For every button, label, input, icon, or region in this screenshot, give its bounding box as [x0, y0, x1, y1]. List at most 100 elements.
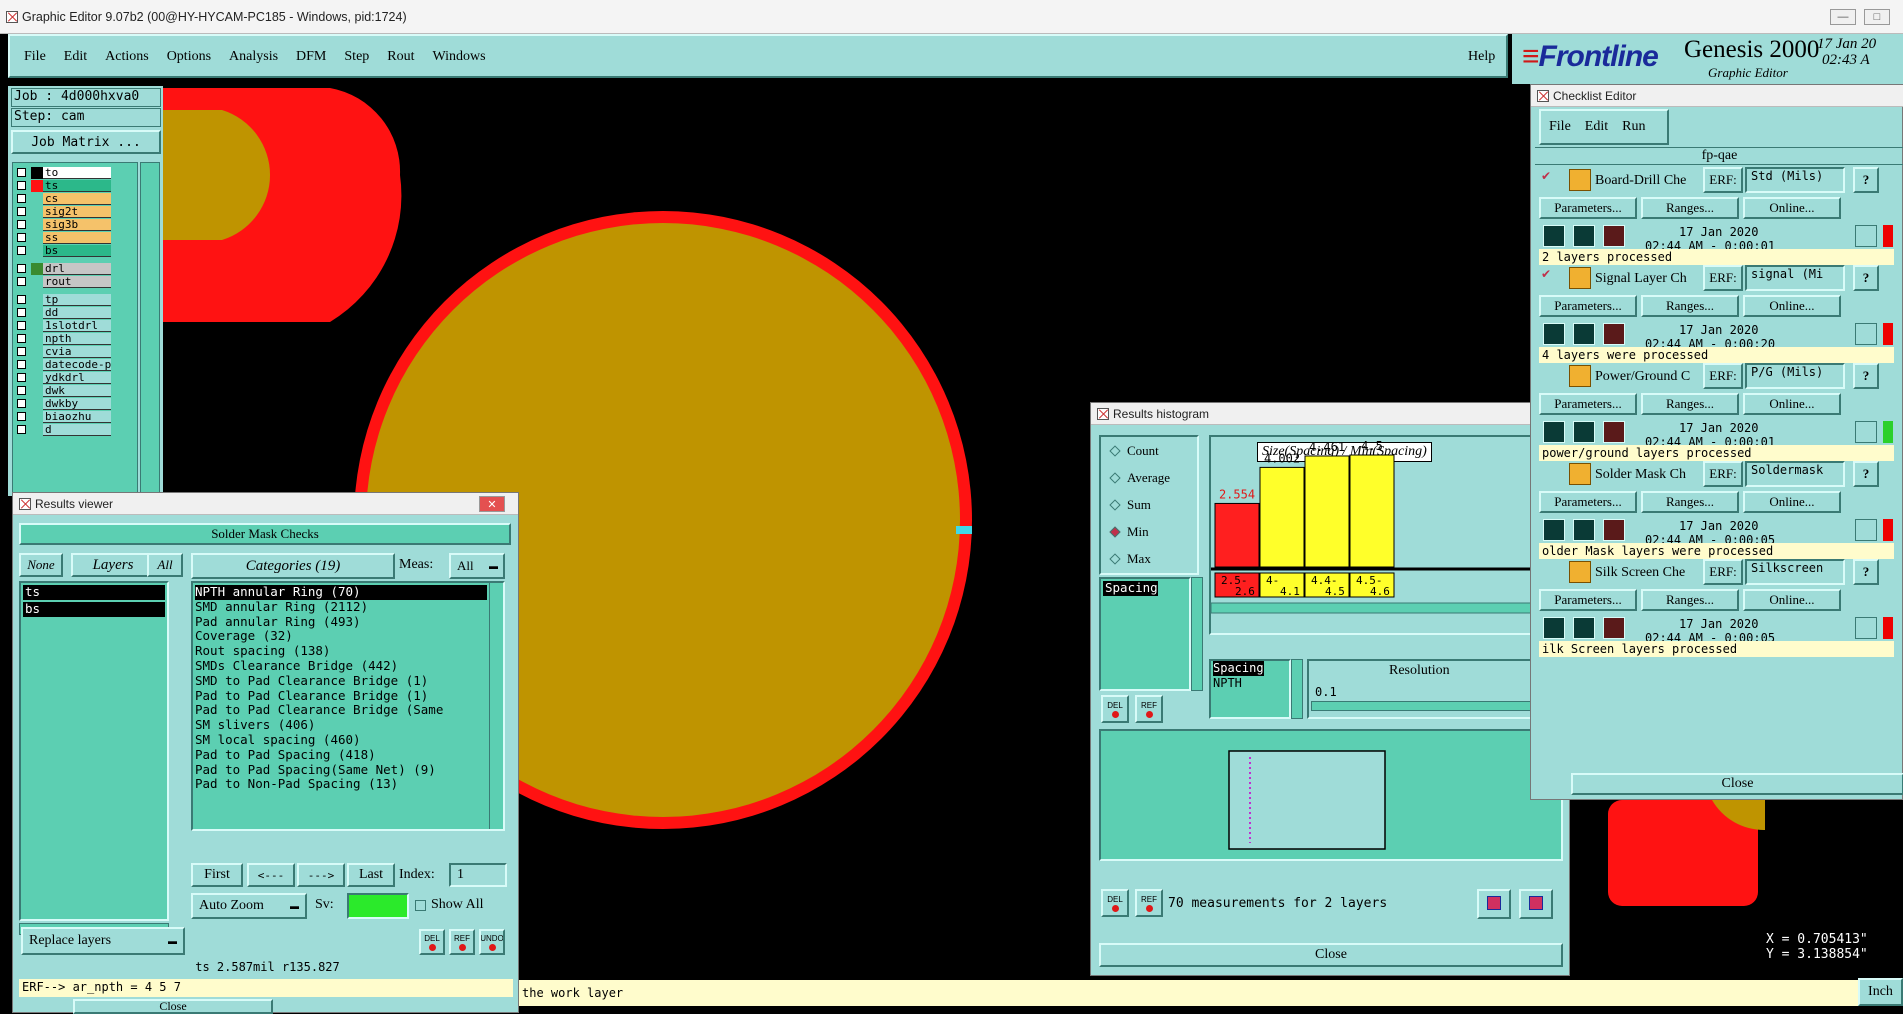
del-button[interactable]: DEL [1101, 889, 1129, 917]
layer-row-dwkby[interactable]: dwkby [17, 398, 137, 410]
layer-checkbox[interactable] [17, 321, 26, 330]
categories-button[interactable]: Categories (19) [191, 553, 395, 579]
list-item[interactable]: Pad to Pad Spacing (418) [195, 747, 487, 763]
magnify-icon[interactable] [1855, 323, 1877, 345]
list-item[interactable]: Pad to Non-Pad Spacing (13) [195, 777, 487, 792]
layer-list-scroll[interactable] [140, 162, 160, 496]
layer-checkbox[interactable] [17, 194, 26, 203]
run-icon[interactable] [1543, 225, 1565, 247]
layer-row-cvia[interactable]: cvia [17, 346, 137, 358]
list-item[interactable]: SMD annular Ring (2112) [195, 599, 487, 615]
run-icon[interactable] [1543, 617, 1565, 639]
ranges-button[interactable]: Ranges... [1641, 491, 1739, 513]
mode-sum[interactable]: Sum [1109, 497, 1151, 513]
list-item[interactable]: Spacing [1103, 580, 1158, 596]
help-button[interactable]: ? [1853, 167, 1879, 193]
layer-row-dd[interactable]: dd [17, 307, 137, 319]
online-button[interactable]: Online... [1743, 295, 1841, 317]
measure-vscroll[interactable] [1191, 577, 1203, 691]
action-name[interactable]: Signal Layer Ch [1595, 271, 1701, 287]
action-name[interactable]: Solder Mask Ch [1595, 467, 1701, 483]
meas-select[interactable]: All ▬ [449, 553, 505, 579]
checklist-menu-file[interactable]: File [1549, 119, 1571, 135]
layer-checkbox[interactable] [17, 373, 26, 382]
close-x-button[interactable]: ✕ [479, 496, 505, 512]
units-button[interactable]: Inch [1858, 978, 1903, 1006]
auto-zoom-select[interactable]: Auto Zoom ▬ [191, 893, 307, 919]
layer-checkbox[interactable] [17, 295, 26, 304]
ref-button[interactable]: REF [449, 929, 475, 955]
histogram-bar[interactable] [1349, 454, 1395, 568]
ranges-button[interactable]: Ranges... [1641, 197, 1739, 219]
magnify-icon[interactable] [1855, 225, 1877, 247]
list-item[interactable]: SMD to Pad Clearance Bridge (1) [195, 673, 487, 689]
tab-all[interactable]: All [147, 553, 183, 577]
run-icon[interactable] [1573, 323, 1595, 345]
chart-hscroll[interactable] [1211, 602, 1556, 614]
histogram-close-button[interactable]: Close [1099, 943, 1563, 967]
ref-button[interactable]: REF [1135, 889, 1163, 917]
layer-row-sig3b[interactable]: sig3b [17, 219, 137, 231]
last-button[interactable]: Last [347, 863, 395, 887]
layer-checkbox[interactable] [17, 207, 26, 216]
list-item[interactable]: Pad annular Ring (493) [195, 614, 487, 630]
spacing-vscroll[interactable] [1291, 659, 1303, 719]
layer-checkbox[interactable] [17, 347, 26, 356]
mode-average[interactable]: Average [1109, 470, 1170, 486]
run-icon[interactable] [1543, 323, 1565, 345]
layer-checkbox[interactable] [17, 399, 26, 408]
layer-row-dwk[interactable]: dwk [17, 385, 137, 397]
measure-list[interactable]: Spacing [1099, 577, 1191, 691]
layer-row-biaozhu[interactable]: biaozhu [17, 411, 137, 423]
layer-row-ts[interactable]: ts [17, 180, 137, 192]
category-list[interactable]: NPTH annular Ring (70) SMD annular Ring (… [191, 581, 505, 831]
mode-count[interactable]: Count [1109, 443, 1159, 459]
layer-row-npth[interactable]: npth [17, 333, 137, 345]
layer-checkbox[interactable] [17, 264, 26, 273]
list-item[interactable]: SM local spacing (460) [195, 732, 487, 748]
run-icon[interactable] [1573, 421, 1595, 443]
run-icon[interactable] [1603, 323, 1625, 345]
online-button[interactable]: Online... [1743, 393, 1841, 415]
layer-select-list[interactable]: ts bs [19, 581, 169, 921]
run-icon[interactable] [1573, 519, 1595, 541]
list-item[interactable]: Pad to Pad Clearance Bridge (Same [195, 703, 487, 718]
online-button[interactable]: Online... [1743, 589, 1841, 611]
results-viewer-close-button[interactable]: Close [73, 999, 273, 1014]
layer-row-1slotdrl[interactable]: 1slotdrl [17, 320, 137, 332]
layer-checkbox[interactable] [17, 360, 26, 369]
histogram-export-icon[interactable] [1477, 889, 1511, 919]
help-button[interactable]: ? [1853, 363, 1879, 389]
erf-value[interactable]: Silkscreen [1745, 559, 1845, 585]
checklist-close-button[interactable]: Close [1571, 773, 1903, 795]
erf-value[interactable]: Std (Mils) [1745, 167, 1845, 193]
layer-row-ss[interactable]: ss [17, 232, 137, 244]
layer-row-tp[interactable]: tp [17, 294, 137, 306]
help-button[interactable]: ? [1853, 559, 1879, 585]
check-icon[interactable]: ✔ [1541, 267, 1551, 281]
del-button[interactable]: DEL [419, 929, 445, 955]
run-icon[interactable] [1543, 421, 1565, 443]
list-item[interactable]: Coverage (32) [195, 629, 487, 644]
parameters-button[interactable]: Parameters... [1539, 491, 1637, 513]
ranges-button[interactable]: Ranges... [1641, 295, 1739, 317]
list-item[interactable]: SMDs Clearance Bridge (442) [195, 658, 487, 674]
list-item[interactable]: ts [23, 584, 165, 600]
sv-color-select[interactable] [347, 893, 409, 919]
list-item[interactable]: NPTH annular Ring (70) [195, 585, 487, 600]
layer-checkbox[interactable] [17, 246, 26, 255]
replace-layers-select[interactable]: Replace layers ▬ [21, 927, 185, 955]
layer-checkbox[interactable] [17, 425, 26, 434]
list-item[interactable]: bs [23, 601, 165, 617]
ranges-button[interactable]: Ranges... [1641, 393, 1739, 415]
erf-button[interactable]: ERF: [1703, 167, 1743, 193]
layer-row-rout[interactable]: rout [17, 276, 137, 288]
list-item[interactable]: Pad to Pad Clearance Bridge (1) [195, 688, 487, 704]
online-button[interactable]: Online... [1743, 491, 1841, 513]
mode-min[interactable]: Min [1109, 524, 1149, 540]
action-name[interactable]: Silk Screen Che [1595, 565, 1701, 581]
layer-checkbox[interactable] [17, 168, 26, 177]
layer-row-bs[interactable]: bs [17, 245, 137, 257]
layer-row-cs[interactable]: cs [17, 193, 137, 205]
layer-checkbox[interactable] [17, 277, 26, 286]
